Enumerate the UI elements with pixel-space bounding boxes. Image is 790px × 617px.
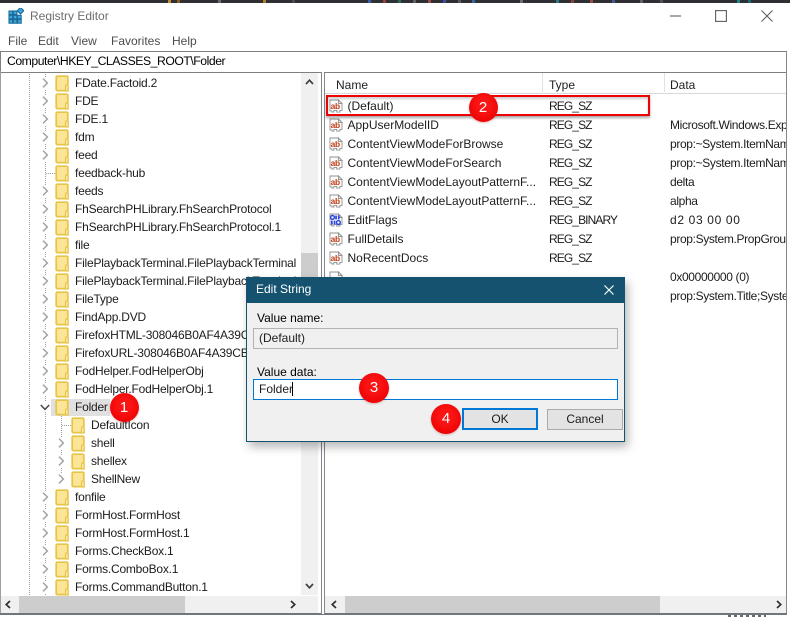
- svg-text:ab: ab: [331, 233, 340, 243]
- svg-text:ab: ab: [331, 138, 340, 148]
- svg-text:ab: ab: [331, 176, 340, 186]
- svg-text:ab: ab: [331, 195, 340, 205]
- svg-text:ab: ab: [331, 252, 340, 262]
- svg-text:ab: ab: [331, 119, 340, 129]
- svg-text:ab: ab: [331, 157, 340, 167]
